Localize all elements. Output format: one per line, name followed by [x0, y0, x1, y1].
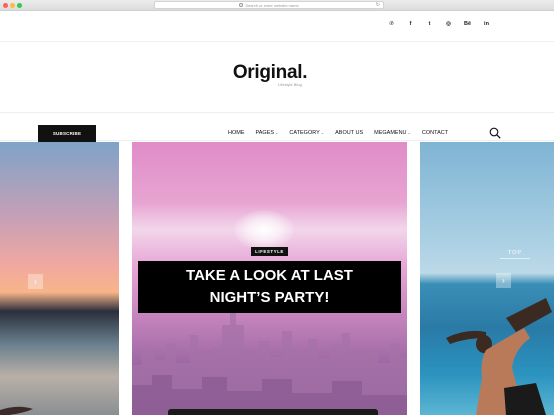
surfer-silhouette — [0, 406, 33, 415]
browser-toolbar: Search or enter website name ↻ — [0, 0, 554, 11]
nav-item-pages[interactable]: PAGES⌄ — [256, 130, 279, 136]
headline-line-2: NIGHT’S PARTY! — [209, 289, 330, 306]
nav-item-label: CONTACT — [421, 130, 449, 136]
slide-bottom-bar — [168, 409, 378, 415]
browser-window: Search or enter website name ↻ ℗ f t ◎ Bē in … — [0, 0, 554, 415]
site-tagline: Lifestyle Blog — [278, 82, 302, 87]
address-placeholder: Search or enter website name — [245, 2, 299, 8]
address-search-icon — [239, 3, 244, 7]
slider-next-button[interactable]: › — [496, 273, 511, 288]
slider-prev-button[interactable]: ‹ — [28, 274, 43, 289]
main-navigation: SUBSCRIBE HOME PAGES⌄ CATEGORY⌄ ABOUT US MEG… — [0, 112, 554, 142]
city-skyline — [132, 310, 407, 415]
search-icon[interactable] — [489, 127, 501, 139]
minimize-window-button[interactable] — [10, 3, 15, 8]
zoom-window-button[interactable] — [17, 3, 22, 8]
diver-figure — [446, 298, 552, 415]
nav-item-about-us[interactable]: ABOUT US — [335, 130, 363, 136]
nav-item-label: ABOUT US — [335, 130, 364, 136]
chevron-down-icon: ⌄ — [275, 130, 279, 135]
nav-item-contact[interactable]: CONTACT — [422, 130, 448, 136]
twitter-icon[interactable]: t — [420, 21, 439, 27]
nav-item-label: PAGES — [255, 130, 275, 136]
chevron-down-icon: ⌄ — [320, 130, 325, 135]
chevron-down-icon: ⌄ — [407, 130, 411, 135]
nav-item-megamenu[interactable]: MEGAMENU⌄ — [374, 130, 411, 136]
slide-headline[interactable]: TAKE A LOOK AT LAST NIGHT’S PARTY! — [138, 261, 401, 313]
subscribe-button[interactable]: SUBSCRIBE — [38, 125, 96, 142]
site-logo[interactable]: Original. — [0, 62, 540, 84]
nav-item-home[interactable]: HOME — [228, 130, 245, 136]
social-links: ℗ f t ◎ Bē in — [382, 21, 496, 27]
nav-menu: HOME PAGES⌄ CATEGORY⌄ ABOUT US MEGAMENU⌄ CONT… — [228, 130, 459, 136]
category-badge[interactable]: LIFESTYLE — [251, 247, 288, 256]
address-bar[interactable]: Search or enter website name ↻ — [154, 1, 384, 9]
close-window-button[interactable] — [3, 3, 8, 8]
reload-icon[interactable]: ↻ — [376, 2, 380, 9]
instagram-icon[interactable]: ◎ — [439, 21, 458, 27]
nav-item-label: HOME — [228, 130, 245, 136]
linkedin-icon[interactable]: in — [477, 21, 496, 27]
behance-icon[interactable]: Bē — [458, 21, 477, 27]
nav-item-category[interactable]: CATEGORY⌄ — [289, 130, 324, 136]
scroll-top-link[interactable]: TOP — [500, 250, 530, 259]
facebook-icon[interactable]: f — [401, 21, 420, 27]
nav-item-label: CATEGORY — [289, 130, 320, 136]
slide-image-left[interactable] — [0, 142, 119, 415]
nav-item-label: MEGAMENU — [374, 130, 407, 136]
pinterest-icon[interactable]: ℗ — [382, 21, 401, 27]
sun-glow — [234, 210, 294, 250]
social-bar: ℗ f t ◎ Bē in — [0, 11, 554, 42]
headline-line-1: TAKE A LOOK AT LAST — [186, 267, 353, 284]
